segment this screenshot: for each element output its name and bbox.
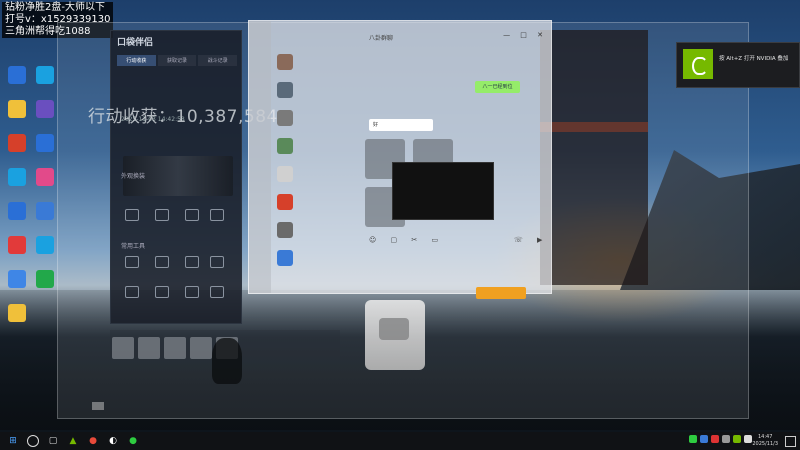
system-tray[interactable]	[689, 435, 752, 443]
app-icon	[36, 202, 54, 220]
taskbar-app-icon[interactable]: ●	[86, 434, 100, 448]
app-icon	[36, 236, 54, 254]
tool-icon[interactable]	[121, 286, 143, 298]
section-tools: 常用工具	[121, 243, 146, 250]
search-icon[interactable]	[26, 434, 40, 448]
overlay-line-1: 钻粉净胜2盘-大师以下	[5, 2, 105, 13]
tool-icon[interactable]	[206, 256, 228, 268]
scroll-button[interactable]	[92, 402, 104, 410]
tray-icon[interactable]	[722, 435, 730, 443]
nvidia-logo-icon	[683, 49, 713, 79]
chat-bubble-received: 好	[369, 119, 433, 131]
tool-icon[interactable]	[181, 256, 203, 268]
wechat-icon[interactable]: ●	[126, 434, 140, 448]
tray-icon[interactable]	[700, 435, 708, 443]
tray-icon[interactable]	[744, 435, 752, 443]
game-panel-bar	[540, 122, 648, 132]
app-icon	[36, 66, 54, 84]
tab-action-income[interactable]: 行动收获	[117, 55, 156, 66]
tool-icon[interactable]	[151, 256, 173, 268]
clock-time: 14:47	[757, 434, 773, 440]
section-outfit: 外观换装	[121, 173, 146, 180]
game-screenshot-preview[interactable]	[392, 162, 494, 220]
task-view-icon[interactable]: ▢	[46, 434, 60, 448]
chat-input-tools[interactable]: ☺ ▢ ✂ ▭	[369, 236, 444, 244]
app-icon	[36, 168, 54, 186]
list-item[interactable]	[271, 77, 381, 105]
chat-sidebar	[249, 21, 271, 293]
window-controls[interactable]: — □ ✕	[503, 31, 547, 39]
tool-icon[interactable]	[206, 209, 228, 221]
avatar	[277, 194, 293, 210]
taskbar: ⊞ ▢ ▲ ● ◐ ● 14:47 2025/11/3	[0, 432, 800, 450]
clock-date: 2025/11/3	[752, 441, 778, 447]
tool-icon[interactable]	[121, 209, 143, 221]
app-icon	[36, 134, 54, 152]
list-item[interactable]	[271, 49, 381, 77]
avatar	[277, 166, 293, 182]
tray-icon[interactable]	[733, 435, 741, 443]
tool-icon[interactable]	[206, 286, 228, 298]
tray-icon[interactable]	[689, 435, 697, 443]
tab-battle[interactable]: 战斗记录	[198, 55, 238, 66]
desktop-icon-8[interactable]	[0, 304, 40, 322]
avatar	[277, 222, 293, 238]
chat-call-buttons[interactable]: ☏ ▶	[514, 236, 548, 244]
nvidia-notification-text: 按 Alt+Z 打开 NVIDIA 叠加	[719, 56, 789, 62]
tray-icon[interactable]	[711, 435, 719, 443]
product-image	[365, 300, 425, 370]
app-icon	[8, 304, 26, 322]
app-icon	[36, 270, 54, 288]
avatar	[277, 110, 293, 126]
tool-icon[interactable]	[181, 209, 203, 221]
assistant-tabs: 行动收获 获取记录 战斗记录	[117, 55, 238, 66]
game-side-panel	[540, 30, 648, 285]
chat-bubble-sent: 八一已经到位	[475, 81, 520, 93]
app-icon	[36, 100, 54, 118]
windows-start-icon[interactable]: ⊞	[6, 434, 20, 448]
assistant-panel[interactable]: 口袋伴侣 行动收获 获取记录 战斗记录 2025-11-03 14:42:58 …	[110, 30, 242, 324]
chat-title: 八卦群聊	[369, 35, 394, 42]
taskbar-app-icon[interactable]: ◐	[106, 434, 120, 448]
assistant-title: 口袋伴侣	[117, 38, 154, 48]
avatar	[277, 250, 293, 266]
buy-button[interactable]	[476, 287, 526, 299]
nvidia-notification[interactable]: 按 Alt+Z 打开 NVIDIA 叠加	[676, 42, 800, 88]
avatar	[277, 82, 293, 98]
tool-icon[interactable]	[151, 286, 173, 298]
tool-icon[interactable]	[121, 256, 143, 268]
tab-records[interactable]: 获取记录	[157, 55, 197, 66]
avatar	[277, 54, 293, 70]
tool-icon[interactable]	[151, 209, 173, 221]
taskbar-clock[interactable]: 14:47 2025/11/3	[752, 434, 778, 448]
taskbar-app-icon[interactable]: ▲	[66, 434, 80, 448]
list-item[interactable]	[271, 105, 381, 133]
silhouette-figure	[212, 338, 242, 384]
notification-icon[interactable]	[785, 436, 796, 447]
chat-window[interactable]: 八卦群聊 — □ ✕ 八一已经到位 好 ☺ ▢ ✂ ▭ ☏ ▶	[248, 20, 552, 294]
avatar	[277, 138, 293, 154]
tool-icon[interactable]	[181, 286, 203, 298]
